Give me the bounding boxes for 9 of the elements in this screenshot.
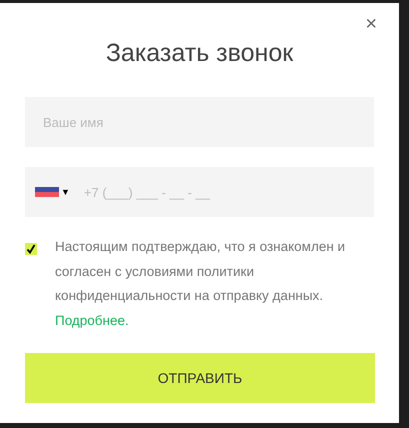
- submit-button[interactable]: ОТПРАВИТЬ: [25, 353, 375, 403]
- name-field[interactable]: Ваше имя: [25, 97, 374, 147]
- close-button[interactable]: ×: [363, 12, 379, 36]
- caret-icon[interactable]: ▼: [61, 187, 70, 197]
- phone-input[interactable]: +7 (___) ___ - __ - __: [84, 184, 364, 200]
- modal-title: Заказать звонок: [104, 38, 294, 69]
- phone-field[interactable]: ▼ +7 (___) ___ - __ - __: [25, 167, 374, 217]
- consent-text: Настоящим подтверждаю, что я ознакомлен и согласен с условиями политики конфиденциальности на отправку данных. Подробнее.: [55, 238, 346, 330]
- consent-checkbox[interactable]: [25, 243, 37, 255]
